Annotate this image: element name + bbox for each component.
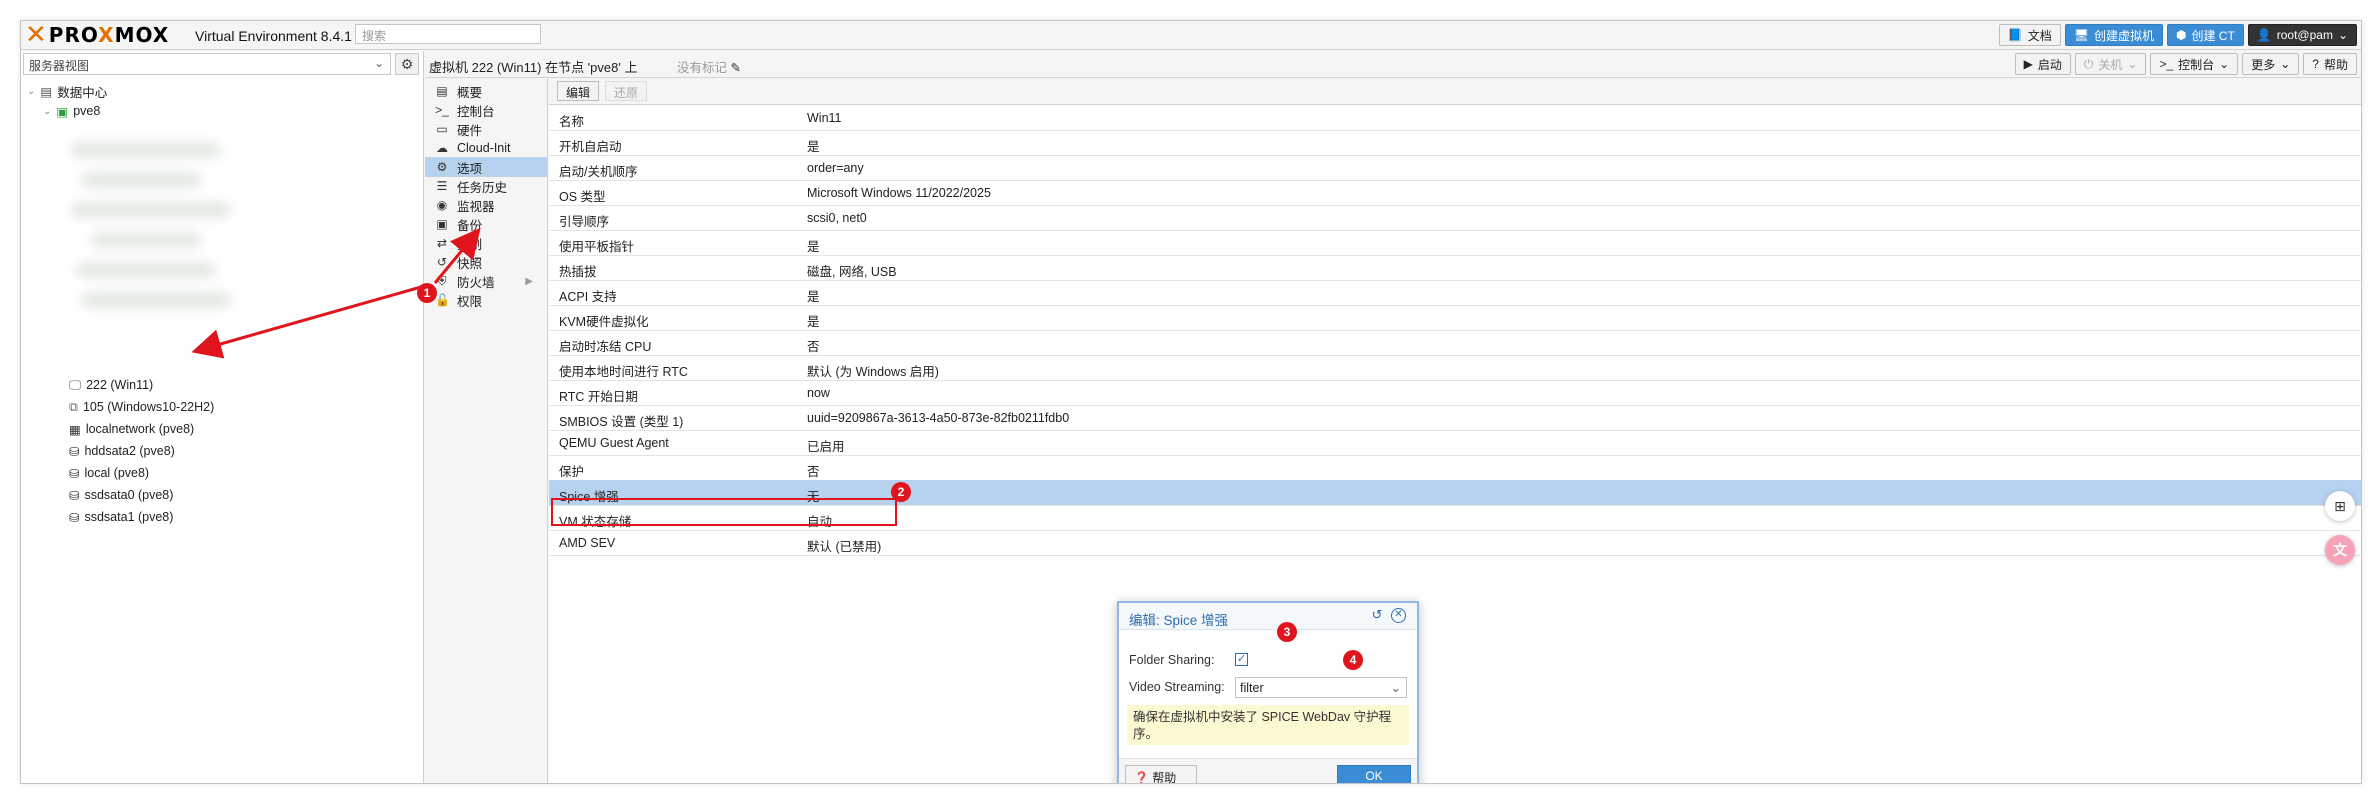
arrow-to-options [433,227,481,284]
arrow-to-vm-222 [191,285,422,359]
app-window: ✕ PROXMOX Virtual Environment 8.4.1 搜索 📘… [20,20,2362,784]
annotation-arrows [191,227,481,359]
